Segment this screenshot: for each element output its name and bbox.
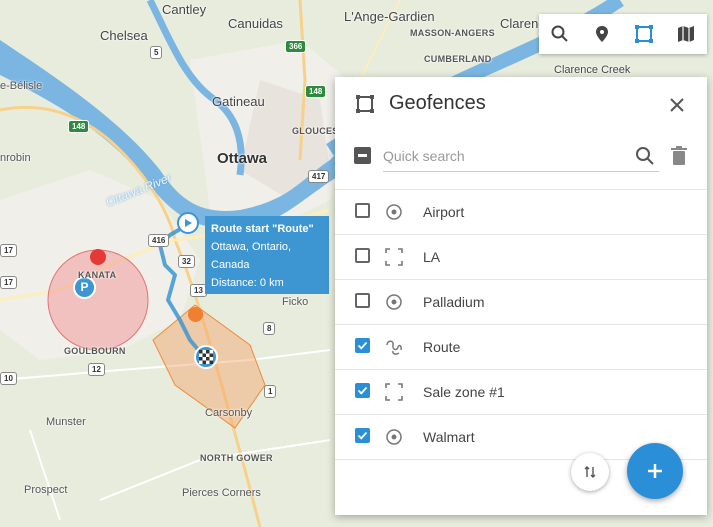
map-label-carsonby: Carsonby xyxy=(205,407,253,419)
tooltip-title: Route start "Route" xyxy=(211,223,314,235)
map-label-cumberland: CUMBERLAND xyxy=(424,54,492,64)
map-label-nrobin: nrobin xyxy=(0,152,31,164)
close-icon xyxy=(670,98,684,112)
map-label-kanata: KANATA xyxy=(78,270,117,280)
road-shield-32: 32 xyxy=(178,255,195,268)
add-geofence-button[interactable] xyxy=(627,443,683,499)
map-label-canuidas: Canuidas xyxy=(228,16,283,31)
route-fence-icon xyxy=(384,337,404,357)
red-marker[interactable] xyxy=(90,249,106,265)
orange-marker[interactable] xyxy=(188,307,203,322)
trash-icon xyxy=(671,146,687,165)
map-label-gatineau: Gatineau xyxy=(212,94,265,109)
geofence-row[interactable]: LA xyxy=(335,235,707,280)
geofence-label: Palladium xyxy=(423,294,485,310)
sort-icon xyxy=(584,466,596,478)
search-icon xyxy=(636,147,654,165)
close-button[interactable] xyxy=(665,93,689,117)
map-label-chelsea: Chelsea xyxy=(100,28,148,43)
road-shield-10: 10 xyxy=(0,372,17,385)
map-toolbar xyxy=(539,14,707,54)
checkmark-icon xyxy=(357,341,368,350)
map-icon xyxy=(678,26,694,42)
map-label-pierces-corners: Pierces Corners xyxy=(182,487,261,499)
circle-fence-icon xyxy=(384,427,404,447)
geofences-button[interactable] xyxy=(623,14,665,54)
circle-fence-icon xyxy=(384,202,404,222)
geofence-label: Sale zone #1 xyxy=(423,384,505,400)
geofence-label: LA xyxy=(423,249,441,265)
geofence-row[interactable]: Route xyxy=(335,325,707,370)
map-label-masson-angers: MASSON-ANGERS xyxy=(410,28,495,38)
road-shield-366: 366 xyxy=(285,40,307,53)
geofence-icon xyxy=(635,25,653,43)
route-finish-flag-icon[interactable] xyxy=(194,345,218,369)
route-start-marker[interactable] xyxy=(177,212,199,234)
geofence-label: Route xyxy=(423,339,461,355)
polygon-fence-icon xyxy=(384,382,404,402)
map-label-lange-gardien: L'Ange-Gardien xyxy=(344,9,435,24)
search-row xyxy=(335,139,707,179)
geofence-row[interactable]: Airport xyxy=(335,190,707,235)
map-label-belisle: e-Bélisle xyxy=(0,80,43,92)
search-button[interactable] xyxy=(634,145,656,167)
road-shield-416: 416 xyxy=(148,234,170,247)
map-label-ficko: Ficko xyxy=(282,296,309,308)
plus-icon xyxy=(648,464,662,478)
location-pin-icon xyxy=(596,26,608,42)
geofence-icon xyxy=(356,95,374,113)
road-shield-148a: 148 xyxy=(68,120,90,133)
geofences-panel: Geofences Airport LA Palladium Route Sale zo… xyxy=(335,77,707,515)
map-layers-button[interactable] xyxy=(665,14,707,54)
map-label-prospect: Prospect xyxy=(24,484,68,496)
geofence-label: Walmart xyxy=(423,429,475,445)
geofence-row[interactable]: Sale zone #1 xyxy=(335,370,707,415)
geofence-checkbox[interactable] xyxy=(355,203,370,218)
road-shield-17b: 17 xyxy=(0,244,17,257)
road-shield-12: 12 xyxy=(88,363,105,376)
map-label-cantley: Cantley xyxy=(162,2,207,17)
road-shield-148b: 148 xyxy=(305,85,327,98)
panel-title: Geofences xyxy=(389,92,486,114)
map-label-ottawa: Ottawa xyxy=(217,150,268,167)
geofence-checkbox[interactable] xyxy=(355,428,370,443)
geofence-checkbox[interactable] xyxy=(355,338,370,353)
road-shield-8: 8 xyxy=(263,322,276,335)
tooltip-distance: Distance: 0 km xyxy=(211,277,284,289)
panel-header: Geofences xyxy=(335,77,707,131)
geofence-checkbox[interactable] xyxy=(355,293,370,308)
geofence-checkbox[interactable] xyxy=(355,248,370,263)
road-shield-5: 5 xyxy=(150,46,163,59)
quick-search-input[interactable] xyxy=(383,141,659,172)
geofence-row[interactable]: Palladium xyxy=(335,280,707,325)
geofence-label: Airport xyxy=(423,204,465,220)
map-label-munster: Munster xyxy=(46,416,86,428)
search-button[interactable] xyxy=(539,14,581,54)
tooltip-location: Ottawa, Ontario, Canada xyxy=(211,241,292,271)
checkmark-icon xyxy=(357,431,368,440)
delete-button[interactable] xyxy=(669,145,689,167)
search-icon xyxy=(551,25,568,42)
route-start-tooltip: Route start "Route" Ottawa, Ontario, Can… xyxy=(205,216,329,294)
sort-button[interactable] xyxy=(571,453,609,491)
geofence-list: Airport LA Palladium Route Sale zone #1 Walma… xyxy=(335,189,707,460)
map-label-clarence-creek: Clarence Creek xyxy=(554,64,631,76)
road-shield-1: 1 xyxy=(264,385,277,398)
map-label-north-gower: NORTH GOWER xyxy=(200,453,273,463)
map-label-goulbourn: GOULBOURN xyxy=(64,346,126,356)
geofence-checkbox[interactable] xyxy=(355,383,370,398)
road-shield-417: 417 xyxy=(308,170,330,183)
polygon-fence-icon xyxy=(384,247,404,267)
circle-fence-icon xyxy=(384,292,404,312)
select-all-checkbox[interactable] xyxy=(354,147,371,164)
checkmark-icon xyxy=(357,386,368,395)
indeterminate-dash-icon xyxy=(358,154,367,157)
road-shield-17a: 17 xyxy=(0,276,17,289)
places-button[interactable] xyxy=(581,14,623,54)
